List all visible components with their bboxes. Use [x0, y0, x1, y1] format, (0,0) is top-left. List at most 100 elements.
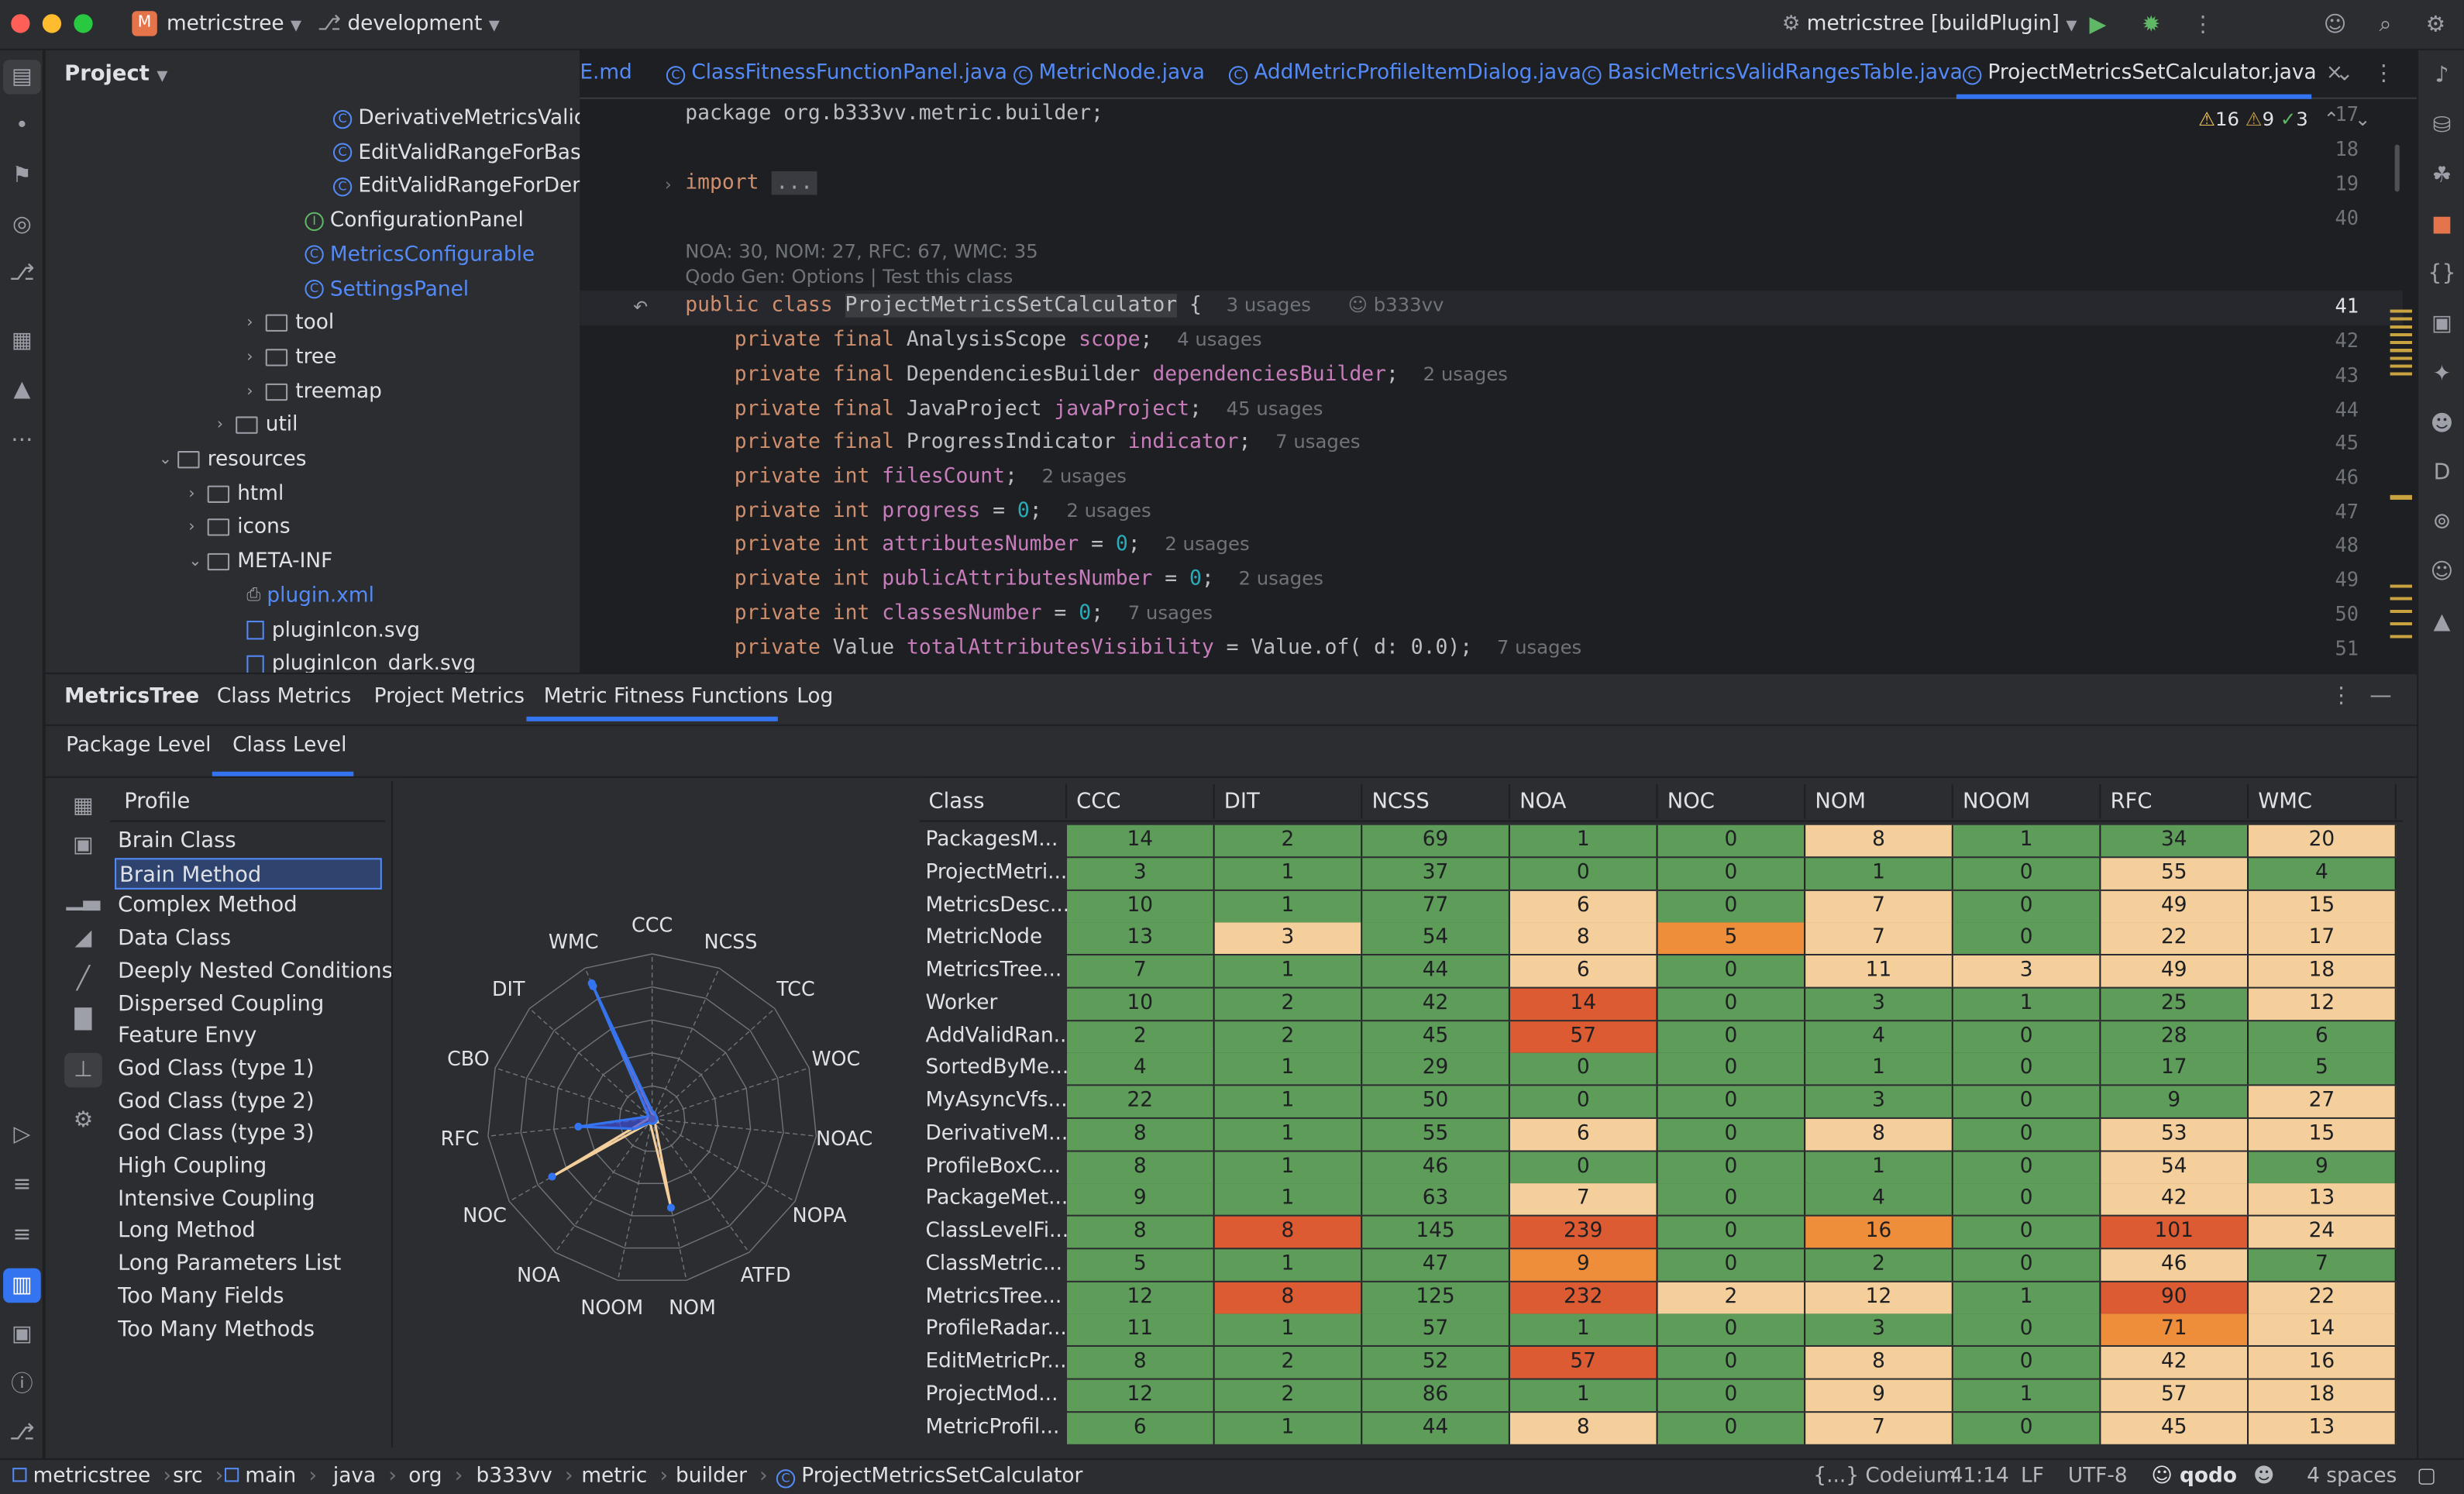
- table-row[interactable]: ProfileRadar... 11 1 57 1 0 3 0 71 14: [919, 1313, 2405, 1346]
- table-row[interactable]: MetricsDesc... 10 1 77 6 0 7 0 49 15: [919, 890, 2405, 922]
- table-row[interactable]: DerivativeM... 8 1 55 6 0 8 0 53 15: [919, 1118, 2405, 1150]
- profile-item[interactable]: Brain Method: [115, 857, 382, 890]
- search-icon[interactable]: ⌕: [2369, 9, 2401, 41]
- project-selector[interactable]: metricstree ▼: [167, 12, 301, 36]
- column-header[interactable]: NOOM: [1953, 783, 2101, 819]
- json-icon[interactable]: {}: [2423, 258, 2461, 290]
- tree-item[interactable]: › treemap: [246, 375, 382, 408]
- usages-hint[interactable]: 2 usages: [1165, 532, 1249, 554]
- import-fold[interactable]: ...: [771, 171, 818, 195]
- copilot-icon[interactable]: ☻: [2423, 408, 2461, 440]
- tool-tab[interactable]: Project Metrics: [374, 685, 525, 708]
- table-row[interactable]: PackageMet... 9 1 63 7 0 4 0 42 13: [919, 1183, 2405, 1216]
- table-icon[interactable]: ▦: [67, 792, 99, 821]
- tool-window-options-icon[interactable]: ⋮: [2327, 682, 2356, 711]
- table-scrollbar[interactable]: [2402, 780, 2412, 1446]
- file-encoding[interactable]: UTF-8: [2068, 1465, 2128, 1488]
- chevron-right-icon[interactable]: ›: [246, 349, 265, 366]
- table-row[interactable]: PackagesM... 14 2 69 1 0 8 1 34 20: [919, 824, 2405, 857]
- tree-item[interactable]: ⌄ resources: [159, 443, 307, 477]
- profile-column-header[interactable]: Profile: [124, 789, 190, 814]
- tree-item[interactable]: C EditValidRangeForDeriv: [332, 170, 580, 204]
- codeium-icon[interactable]: ⊚: [2423, 506, 2461, 538]
- usages-hint[interactable]: 2 usages: [1066, 500, 1151, 522]
- services-icon[interactable]: ▷: [3, 1119, 41, 1151]
- breadcrumb-item[interactable]: C ProjectMetricsSetCalculator: [776, 1465, 1082, 1489]
- tree-item[interactable]: › util: [217, 409, 298, 442]
- profile-item[interactable]: Feature Envy: [115, 1021, 382, 1052]
- area-chart-icon[interactable]: ◢: [67, 924, 99, 952]
- table-row[interactable]: MyAsyncVfs... 22 1 50 0 0 3 0 9 27: [919, 1086, 2405, 1117]
- editor-tab[interactable]: C ProjectMetricsSetCalculator.java ×: [1962, 61, 2343, 85]
- tool-tab[interactable]: Metric Fitness Functions: [544, 685, 789, 708]
- bar-chart-icon[interactable]: ▁▃: [67, 885, 101, 914]
- tree-item[interactable]: C EditValidRangeForBasic: [332, 136, 580, 170]
- column-header[interactable]: DIT: [1215, 783, 1363, 819]
- tree-item[interactable]: ⎙ plugin.xml: [246, 580, 374, 613]
- add-user-icon[interactable]: ☺: [2319, 9, 2351, 41]
- usages-hint[interactable]: 2 usages: [1042, 465, 1127, 487]
- usages-hint[interactable]: 3 usages: [1227, 294, 1311, 315]
- chevron-right-icon[interactable]: ›: [246, 315, 265, 332]
- table-row[interactable]: ProfileBoxC... 8 1 46 0 0 1 0 54 9: [919, 1151, 2405, 1183]
- learn-icon[interactable]: ▲: [2423, 607, 2461, 639]
- pull-request-icon[interactable]: ⚑: [3, 160, 41, 192]
- maven-icon[interactable]: ■: [2423, 209, 2461, 241]
- fold-chevron-icon[interactable]: ›: [665, 174, 672, 194]
- editor-tab[interactable]: C MetricNode.java: [1013, 61, 1205, 85]
- tree-item[interactable]: › icons: [188, 511, 290, 545]
- ai-assistant-icon[interactable]: ✦: [2423, 358, 2461, 390]
- editor-tab[interactable]: C AddMetricProfileItemDialog.java: [1228, 61, 1581, 85]
- profile-item[interactable]: Too Many Fields: [115, 1280, 382, 1312]
- author-hint[interactable]: b333vv: [1374, 294, 1444, 315]
- more-actions-icon[interactable]: ⋮: [2187, 9, 2219, 41]
- histogram-icon[interactable]: ▇: [67, 1004, 99, 1033]
- terminal-icon[interactable]: ▣: [3, 1318, 41, 1350]
- tree-item[interactable]: C DerivativeMetricsValidR: [332, 102, 580, 136]
- chevron-right-icon[interactable]: ›: [188, 519, 207, 536]
- chevron-right-icon[interactable]: ›: [188, 485, 207, 502]
- editor-tab[interactable]: E.md: [580, 61, 631, 84]
- editor-tab[interactable]: C ClassFitnessFunctionPanel.java: [666, 61, 1007, 85]
- tree-item[interactable]: pluginIcon.svg: [246, 614, 420, 647]
- usages-hint[interactable]: 7 usages: [1275, 431, 1360, 453]
- tree-item[interactable]: I ConfigurationPanel: [305, 205, 524, 238]
- indent-widget[interactable]: 4 spaces: [2307, 1465, 2397, 1488]
- qodo-widget[interactable]: ☺ qodo: [2151, 1465, 2237, 1488]
- problems-icon[interactable]: ⓘ: [3, 1367, 41, 1399]
- column-header[interactable]: NCSS: [1362, 783, 1510, 819]
- table-row[interactable]: ProjectMod... 12 2 86 1 0 9 1 57 18: [919, 1379, 2405, 1411]
- table-row[interactable]: EditMetricPr... 8 2 52 57 0 8 0 42 16: [919, 1346, 2405, 1379]
- structure-icon[interactable]: ▦: [3, 325, 41, 357]
- table-row[interactable]: MetricsTree... 12 8 125 232 2 12 1 90 22: [919, 1281, 2405, 1313]
- layers-icon-2[interactable]: ≡: [3, 1220, 41, 1251]
- breadcrumb-item[interactable]: b333vv ›: [476, 1465, 573, 1488]
- project-folder-icon[interactable]: ▤: [3, 60, 41, 95]
- d-icon[interactable]: D: [2423, 457, 2461, 489]
- breadcrumb-item[interactable]: org ›: [408, 1465, 463, 1488]
- qodo-icon[interactable]: ☺: [2423, 556, 2461, 588]
- breadcrumb-item[interactable]: src ›: [173, 1465, 223, 1488]
- usages-hint[interactable]: 2 usages: [1239, 567, 1323, 589]
- editor-tab[interactable]: C BasicMetricsValidRangesTable.java: [1582, 61, 1963, 85]
- subtab[interactable]: Class Level: [232, 734, 346, 757]
- qodo-inlay-hint[interactable]: Qodo Gen: Options | Test this class: [685, 266, 1013, 287]
- cursor-position[interactable]: 41:14: [1950, 1465, 2009, 1488]
- breadcrumb-item[interactable]: builder ›: [676, 1465, 768, 1488]
- tree-item[interactable]: C SettingsPanel: [305, 273, 469, 306]
- profile-item[interactable]: God Class (type 3): [115, 1118, 382, 1150]
- profile-item[interactable]: Data Class: [115, 923, 382, 955]
- profile-item[interactable]: Too Many Methods: [115, 1313, 382, 1344]
- learn-icon[interactable]: ▲: [3, 374, 41, 406]
- maximize-window-button[interactable]: [74, 14, 93, 33]
- git-icon[interactable]: ⎇: [3, 258, 41, 290]
- minimize-panel-icon[interactable]: —: [2366, 682, 2395, 711]
- profile-item[interactable]: Intensive Coupling: [115, 1182, 382, 1214]
- editor-options-icon[interactable]: ⋮: [2371, 60, 2396, 88]
- tree-item[interactable]: pluginIcon_dark.svg: [246, 648, 476, 673]
- profile-item[interactable]: God Class (type 1): [115, 1053, 382, 1085]
- table-row[interactable]: ProjectMetri... 3 1 37 0 0 1 0 55 4: [919, 857, 2405, 890]
- table-row[interactable]: MetricsTree... 7 1 44 6 0 11 3 49 18: [919, 955, 2405, 987]
- table-row[interactable]: ClassMetric... 5 1 47 9 0 2 0 46 7: [919, 1248, 2405, 1281]
- table-row[interactable]: SortedByMe... 4 1 29 0 0 1 0 17 5: [919, 1053, 2405, 1085]
